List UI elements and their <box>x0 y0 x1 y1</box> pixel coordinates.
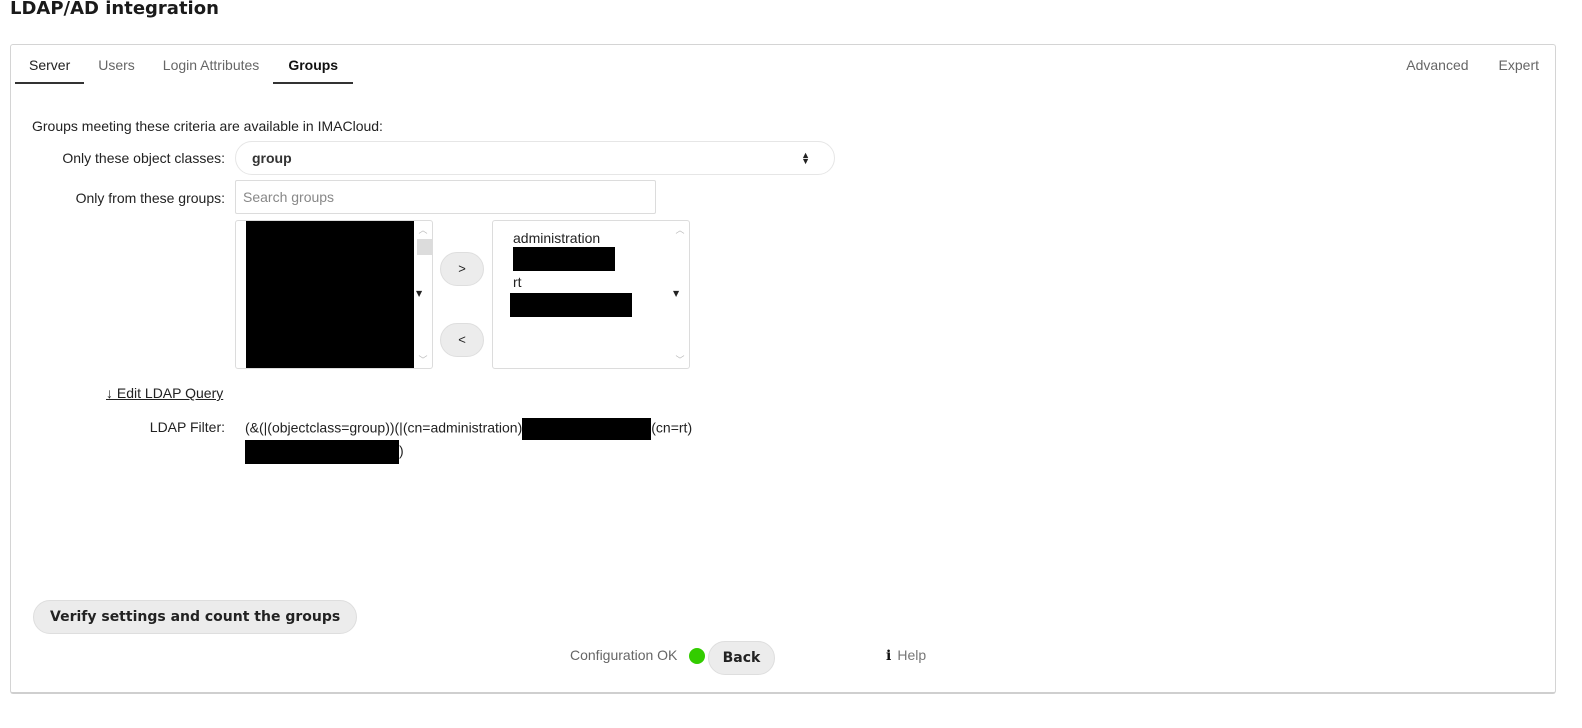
ldap-settings-panel: Server Users Login Attributes Groups Adv… <box>10 44 1556 694</box>
tab-server[interactable]: Server <box>15 45 85 84</box>
add-group-button[interactable]: > <box>440 252 484 286</box>
back-button[interactable]: Back <box>708 641 775 675</box>
scroll-up-icon[interactable]: ︿ <box>417 223 429 236</box>
criteria-intro: Groups meeting these criteria are availa… <box>32 118 383 134</box>
search-groups-input[interactable] <box>235 180 656 214</box>
help-label: Help <box>897 647 927 663</box>
object-classes-value: group <box>252 150 292 166</box>
tab-expert[interactable]: Expert <box>1485 45 1549 84</box>
remove-group-button[interactable]: < <box>440 323 484 357</box>
ldap-filter-value: (&(|(objectclass=group))(|(cn=administra… <box>245 418 692 464</box>
edit-ldap-query-link[interactable]: ↓ Edit LDAP Query <box>106 385 223 401</box>
list-item[interactable]: rt <box>513 274 522 290</box>
tab-advanced[interactable]: Advanced <box>1392 45 1484 84</box>
scroll-down-icon[interactable]: ﹀ <box>674 353 686 366</box>
ldap-filter-label: LDAP Filter: <box>149 419 225 435</box>
configuration-status: Configuration OK <box>570 647 678 663</box>
groups-label: Only from these groups: <box>75 190 225 206</box>
caret-down-icon: ▼ <box>673 289 680 298</box>
object-classes-select[interactable]: group ▲ ▼ <box>235 141 835 175</box>
scrollbar-thumb[interactable] <box>417 239 432 255</box>
help-link[interactable]: i Help <box>886 647 926 664</box>
tab-bar: Server Users Login Attributes Groups <box>15 45 354 85</box>
redacted-filter-part <box>245 440 399 464</box>
verify-settings-button[interactable]: Verify settings and count the groups <box>33 600 358 634</box>
selected-groups-list[interactable]: administration rt ︿ ▼ ﹀ <box>492 220 690 369</box>
redacted-list-item <box>513 247 615 271</box>
available-groups-list[interactable]: ︿ ▼ ﹀ <box>235 220 433 369</box>
redacted-list-item <box>510 293 632 317</box>
tab-login-attributes[interactable]: Login Attributes <box>149 45 274 84</box>
filter-part: (cn=rt) <box>651 419 693 436</box>
tab-groups[interactable]: Groups <box>273 45 354 84</box>
mode-tabs: Advanced Expert <box>1392 45 1549 85</box>
page-title: LDAP/AD integration <box>10 0 219 19</box>
filter-part: ) <box>399 442 404 459</box>
redacted-filter-part <box>522 418 652 440</box>
list-item[interactable]: administration <box>513 230 600 246</box>
info-icon: i <box>886 648 892 664</box>
select-updown-icon: ▲ ▼ <box>801 150 810 166</box>
filter-part: (&(|(objectclass=group))(|(cn=administra… <box>245 419 523 436</box>
object-classes-label: Only these object classes: <box>62 150 225 166</box>
scroll-down-icon[interactable]: ﹀ <box>417 353 429 366</box>
status-ok-icon <box>689 648 705 664</box>
scroll-up-icon[interactable]: ︿ <box>674 223 686 236</box>
redacted-group-list <box>246 221 414 368</box>
tab-users[interactable]: Users <box>84 45 149 84</box>
caret-down-icon: ▼ <box>416 289 423 298</box>
